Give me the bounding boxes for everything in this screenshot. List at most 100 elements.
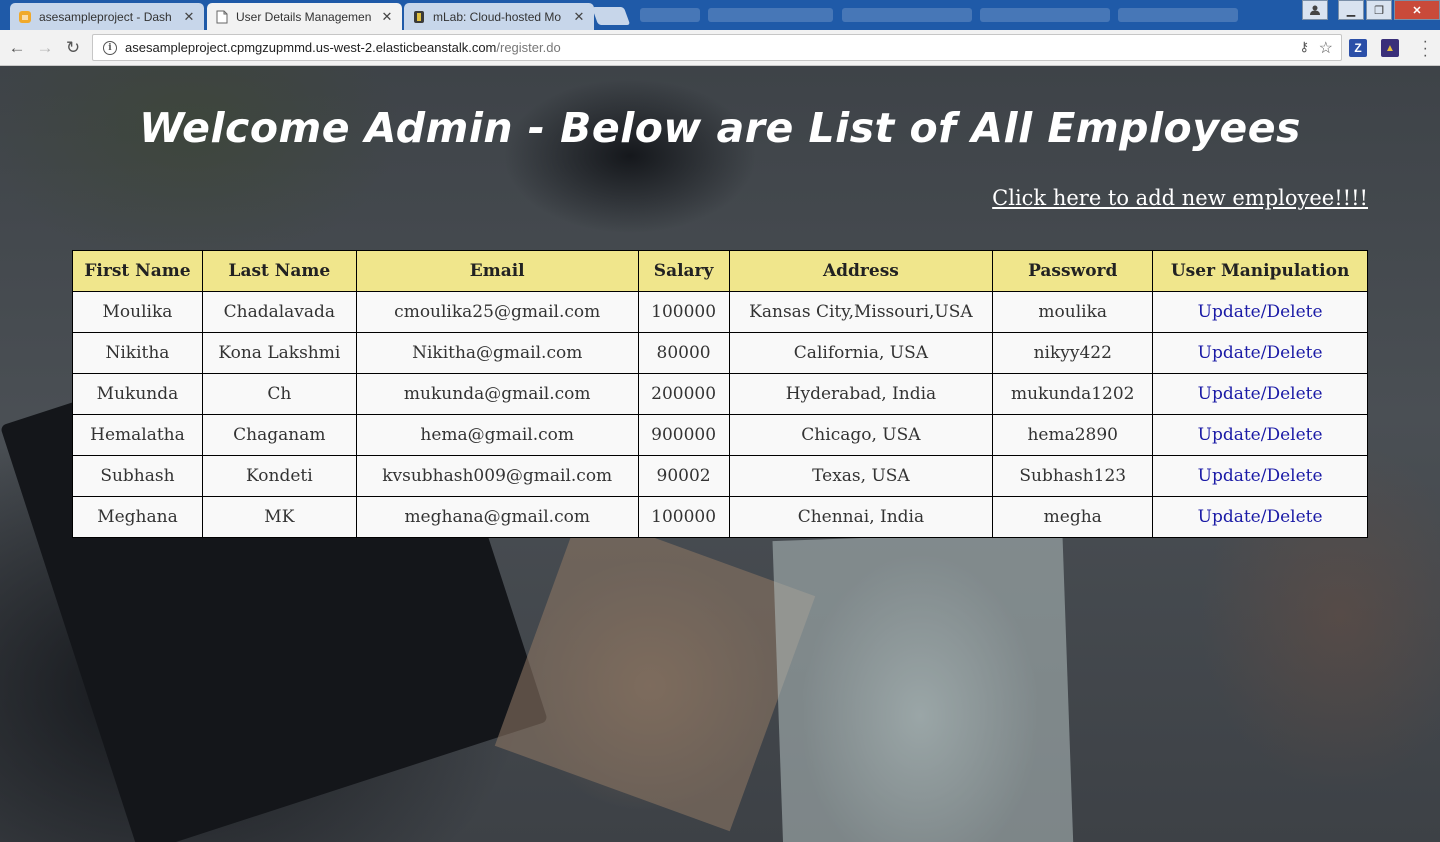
tab-close-icon[interactable]: ✕	[380, 9, 394, 25]
bookmark-extension-icon[interactable]: ▲	[1381, 39, 1399, 57]
table-row: Nikitha Kona Lakshmi Nikitha@gmail.com 8…	[72, 332, 1368, 374]
background-window-tab	[842, 8, 972, 22]
cell-password: moulika	[992, 291, 1154, 333]
info-icon[interactable]: i	[103, 40, 117, 55]
aws-icon	[18, 10, 32, 24]
cell-password: megha	[992, 496, 1154, 538]
cell-email: meghana@gmail.com	[355, 496, 639, 538]
cell-actions: Update/Delete	[1152, 414, 1368, 456]
profile-icon[interactable]	[1302, 0, 1328, 20]
tab-close-icon[interactable]: ✕	[572, 9, 586, 25]
update-delete-link[interactable]: Update/Delete	[1198, 425, 1323, 445]
update-delete-link[interactable]: Update/Delete	[1198, 507, 1323, 527]
cell-actions: Update/Delete	[1152, 291, 1368, 333]
maximize-icon[interactable]: ❐	[1366, 0, 1392, 20]
cell-actions: Update/Delete	[1152, 455, 1368, 497]
cell-email: mukunda@gmail.com	[355, 373, 639, 415]
cell-password: Subhash123	[992, 455, 1154, 497]
url-host: asesampleproject.cpmgzupmmd.us-west-2.el…	[125, 40, 497, 55]
cell-password: mukunda1202	[992, 373, 1154, 415]
cell-first-name: Mukunda	[72, 373, 203, 415]
zotero-icon[interactable]: Z	[1349, 39, 1367, 57]
cell-last-name: Kona Lakshmi	[201, 332, 357, 374]
cell-salary: 900000	[637, 414, 730, 456]
cell-salary: 100000	[637, 291, 730, 333]
cell-last-name: Ch	[201, 373, 357, 415]
cell-salary: 90002	[637, 455, 730, 497]
cell-last-name: MK	[201, 496, 357, 538]
table-row: Moulika Chadalavada cmoulika25@gmail.com…	[72, 291, 1368, 333]
column-header-last-name: Last Name	[201, 250, 357, 292]
browser-tab[interactable]: mLab: Cloud-hosted Mo ✕	[404, 3, 594, 30]
cell-first-name: Hemalatha	[72, 414, 203, 456]
table-row: Hemalatha Chaganam hema@gmail.com 900000…	[72, 414, 1368, 456]
mlab-icon	[412, 10, 426, 24]
browser-tab-active[interactable]: User Details Managemen ✕	[207, 3, 402, 30]
update-delete-link[interactable]: Update/Delete	[1198, 343, 1323, 363]
cell-address: Kansas City,Missouri,USA	[728, 291, 994, 333]
column-header-password: Password	[992, 250, 1154, 292]
cell-last-name: Kondeti	[201, 455, 357, 497]
cell-actions: Update/Delete	[1152, 332, 1368, 374]
cell-address: Chicago, USA	[728, 414, 994, 456]
forward-arrow-icon[interactable]: →	[34, 37, 56, 59]
table-row: Subhash Kondeti kvsubhash009@gmail.com 9…	[72, 455, 1368, 497]
cell-salary: 200000	[637, 373, 730, 415]
cell-password: nikyy422	[992, 332, 1154, 374]
update-delete-link[interactable]: Update/Delete	[1198, 302, 1323, 322]
page-icon	[215, 10, 229, 24]
cell-email: kvsubhash009@gmail.com	[355, 455, 639, 497]
background-window-tab	[640, 8, 700, 22]
tab-close-icon[interactable]: ✕	[182, 9, 196, 25]
table-row: Mukunda Ch mukunda@gmail.com 200000 Hyde…	[72, 373, 1368, 415]
minimize-icon[interactable]: ▁	[1338, 0, 1364, 20]
browser-menu-icon[interactable]: · · ·	[1423, 34, 1428, 64]
browser-tab[interactable]: asesampleproject - Dash ✕	[10, 3, 204, 30]
update-delete-link[interactable]: Update/Delete	[1198, 384, 1323, 404]
cell-email: Nikitha@gmail.com	[355, 332, 639, 374]
table-header-row: First Name Last Name Email Salary Addres…	[72, 250, 1368, 292]
cell-last-name: Chaganam	[201, 414, 357, 456]
tab-title: asesampleproject - Dash	[39, 9, 172, 24]
update-delete-link[interactable]: Update/Delete	[1198, 466, 1323, 486]
column-header-salary: Salary	[637, 250, 730, 292]
background-photo-envelope	[494, 510, 816, 832]
table-row: Meghana MK meghana@gmail.com 100000 Chen…	[72, 496, 1368, 538]
cell-address: California, USA	[728, 332, 994, 374]
key-icon[interactable]: ⚷	[1299, 39, 1309, 55]
address-bar[interactable]: i asesampleproject.cpmgzupmmd.us-west-2.…	[92, 34, 1342, 61]
cell-first-name: Nikitha	[72, 332, 203, 374]
cell-first-name: Moulika	[72, 291, 203, 333]
cell-address: Texas, USA	[728, 455, 994, 497]
page-title: Welcome Admin - Below are List of All Em…	[139, 104, 1301, 152]
cell-password: hema2890	[992, 414, 1154, 456]
back-arrow-icon[interactable]: ←	[6, 37, 28, 59]
background-window-tab	[980, 8, 1110, 22]
column-header-address: Address	[728, 250, 994, 292]
column-header-user-manipulation: User Manipulation	[1152, 250, 1368, 292]
reload-icon[interactable]: ↻	[62, 37, 84, 59]
background-photo-paper	[772, 531, 1074, 842]
cell-actions: Update/Delete	[1152, 496, 1368, 538]
window-controls: ▁ ❐ ✕	[1302, 0, 1440, 20]
page-viewport: Welcome Admin - Below are List of All Em…	[0, 66, 1440, 842]
cell-email: cmoulika25@gmail.com	[355, 291, 639, 333]
window-close-icon[interactable]: ✕	[1394, 0, 1440, 20]
cell-salary: 100000	[637, 496, 730, 538]
bookmark-star-icon[interactable]: ☆	[1319, 38, 1333, 58]
background-window-tab	[708, 8, 833, 22]
column-header-email: Email	[355, 250, 639, 292]
background-window-tab	[1118, 8, 1238, 22]
cell-salary: 80000	[637, 332, 730, 374]
cell-address: Hyderabad, India	[728, 373, 994, 415]
add-employee-link[interactable]: Click here to add new employee!!!!	[992, 186, 1368, 210]
cell-email: hema@gmail.com	[355, 414, 639, 456]
browser-tabstrip: asesampleproject - Dash ✕ User Details M…	[0, 0, 1440, 30]
cell-actions: Update/Delete	[1152, 373, 1368, 415]
column-header-first-name: First Name	[72, 250, 203, 292]
cell-first-name: Subhash	[72, 455, 203, 497]
cell-address: Chennai, India	[728, 496, 994, 538]
url-path: /register.do	[496, 40, 561, 55]
tab-title: mLab: Cloud-hosted Mo	[433, 9, 562, 24]
new-tab-button[interactable]	[591, 7, 631, 25]
